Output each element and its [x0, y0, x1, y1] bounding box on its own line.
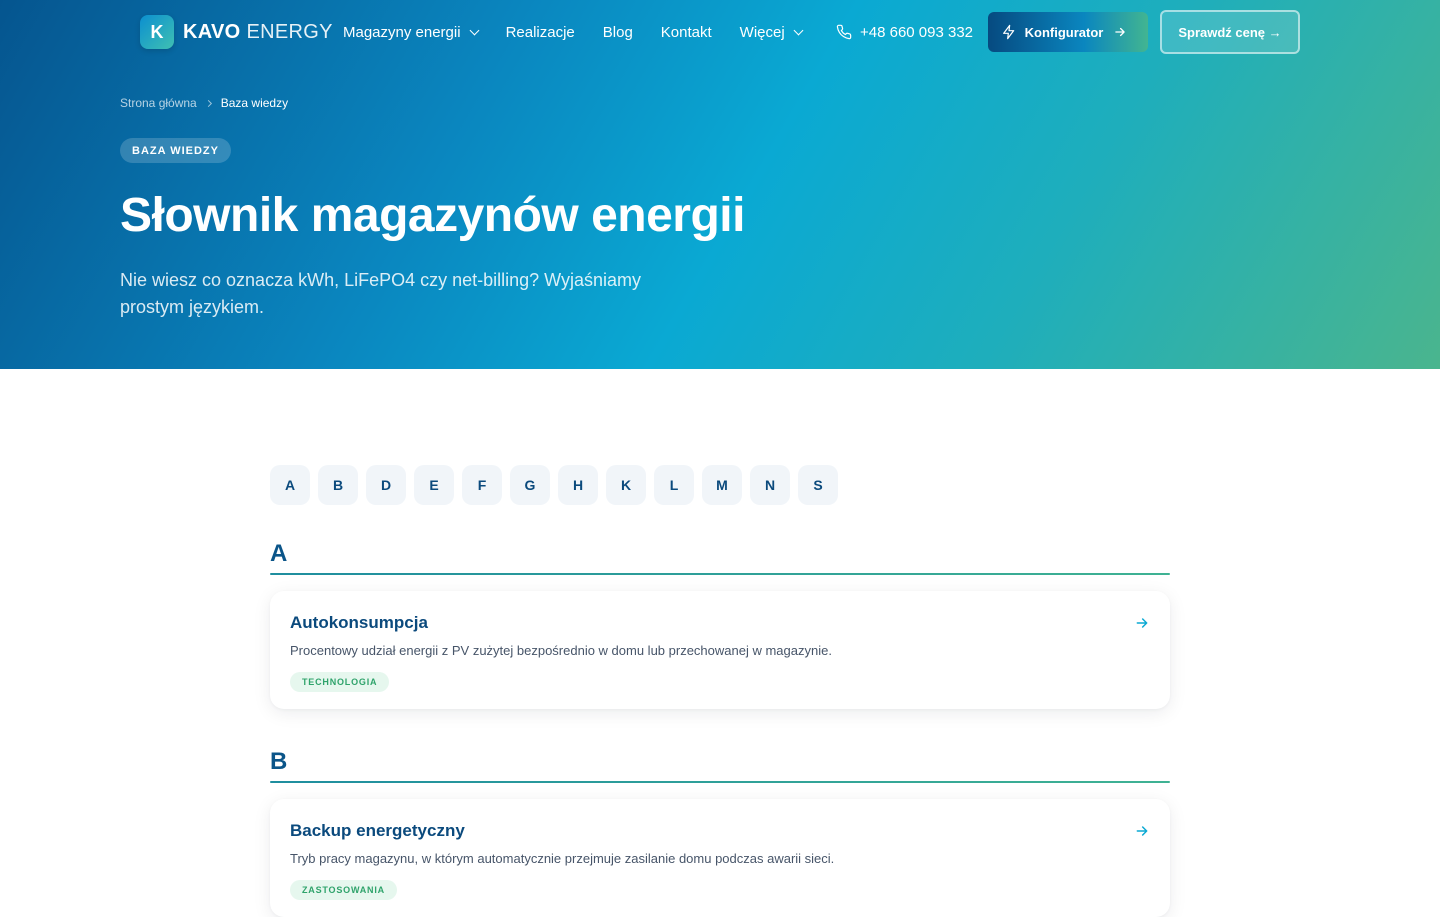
chevron-down-icon: [793, 25, 804, 35]
nav-link-label: Magazyny energii: [343, 23, 461, 41]
nav-link-magazyny[interactable]: Magazyny energii: [343, 23, 480, 41]
term-description: Tryb pracy magazynu, w którym automatycz…: [290, 851, 835, 866]
term-description: Procentowy udział energii z PV zużytej b…: [290, 643, 832, 658]
letter-button-k[interactable]: K: [606, 465, 646, 505]
letter-button-n[interactable]: N: [750, 465, 790, 505]
nav-link-kontakt[interactable]: Kontakt: [661, 24, 712, 41]
hero-section: K KAVO ENERGY Magazyny energii Realizacje…: [0, 0, 1440, 369]
nav-link-label: Kontakt: [660, 23, 712, 41]
glossary-card[interactable]: Autokonsumpcja Procentowy udział energii…: [270, 591, 1170, 709]
page-title: Słownik magazynów energii: [120, 189, 745, 242]
category-tag: TECHNOLOGIA: [290, 672, 390, 692]
letter-button-b[interactable]: B: [318, 465, 358, 505]
logo-text-bold: KAVO: [183, 20, 241, 43]
logo[interactable]: K KAVO ENERGY: [140, 15, 333, 49]
configurator-label: Konfigurator: [1024, 24, 1104, 40]
nav-links: Magazyny energii Realizacje Blog Kontakt…: [343, 10, 830, 54]
logo-text: KAVO ENERGY: [183, 21, 333, 44]
nav-link-wiecej[interactable]: Więcej: [739, 23, 804, 41]
alphabet-filter: A B D E F G H K L M N S: [270, 465, 1170, 505]
section-badge: BAZA WIEDZY: [120, 138, 231, 163]
logo-mark: K: [140, 15, 174, 49]
section-divider: [270, 781, 1170, 783]
logo-text-light: ENERGY: [246, 20, 333, 43]
arrow-right-icon: [1136, 826, 1148, 836]
phone-icon: [836, 24, 852, 40]
letter-button-h[interactable]: H: [558, 465, 598, 505]
letter-button-g[interactable]: G: [510, 465, 550, 505]
chevron-right-icon: [204, 99, 212, 107]
section-divider: [270, 573, 1170, 575]
letter-button-a[interactable]: A: [270, 465, 310, 505]
letter-button-l[interactable]: L: [654, 465, 694, 505]
nav-link-label: Realizacje: [505, 23, 575, 41]
letter-button-e[interactable]: E: [414, 465, 454, 505]
breadcrumb: Strona główna Baza wiedzy: [120, 96, 288, 110]
letter-button-d[interactable]: D: [366, 465, 406, 505]
letter-button-f[interactable]: F: [462, 465, 502, 505]
check-price-button[interactable]: Sprawdź cenę →: [1160, 10, 1300, 54]
page-subtitle: Nie wiesz co oznacza kWh, LiFePO4 czy ne…: [120, 270, 642, 317]
arrow-right-icon: [1136, 618, 1148, 628]
term-title: Autokonsumpcja: [290, 613, 428, 632]
arrow-right-icon: [1115, 27, 1126, 37]
section-letter: A: [270, 540, 288, 567]
phone-link[interactable]: +48 660 093 332: [836, 10, 973, 54]
nav-link-label: Więcej: [739, 23, 785, 41]
nav-link-realizacje[interactable]: Realizacje: [506, 24, 575, 41]
configurator-button[interactable]: Konfigurator: [988, 12, 1148, 52]
breadcrumb-home[interactable]: Strona główna: [120, 96, 197, 110]
nav-link-label: Blog: [602, 23, 633, 41]
glossary-section-b: B Backup energetyczny Tryb pracy magazyn…: [270, 747, 1170, 917]
top-navigation: K KAVO ENERGY Magazyny energii Realizacje…: [0, 10, 1440, 54]
lightning-icon: [1002, 24, 1014, 40]
letter-button-s[interactable]: S: [798, 465, 838, 505]
category-tag: ZASTOSOWANIA: [290, 880, 397, 900]
glossary-content: A B D E F G H K L M N S A Autokonsumpcja…: [270, 465, 1170, 917]
section-letter: B: [270, 748, 288, 775]
breadcrumb-current: Baza wiedzy: [220, 96, 289, 110]
glossary-section-a: A Autokonsumpcja Procentowy udział energ…: [270, 539, 1170, 709]
phone-number: +48 660 093 332: [860, 23, 974, 41]
chevron-down-icon: [469, 25, 480, 35]
nav-link-blog[interactable]: Blog: [603, 24, 633, 41]
letter-button-m[interactable]: M: [702, 465, 742, 505]
glossary-card[interactable]: Backup energetyczny Tryb pracy magazynu,…: [270, 799, 1170, 917]
term-title: Backup energetyczny: [290, 821, 465, 840]
